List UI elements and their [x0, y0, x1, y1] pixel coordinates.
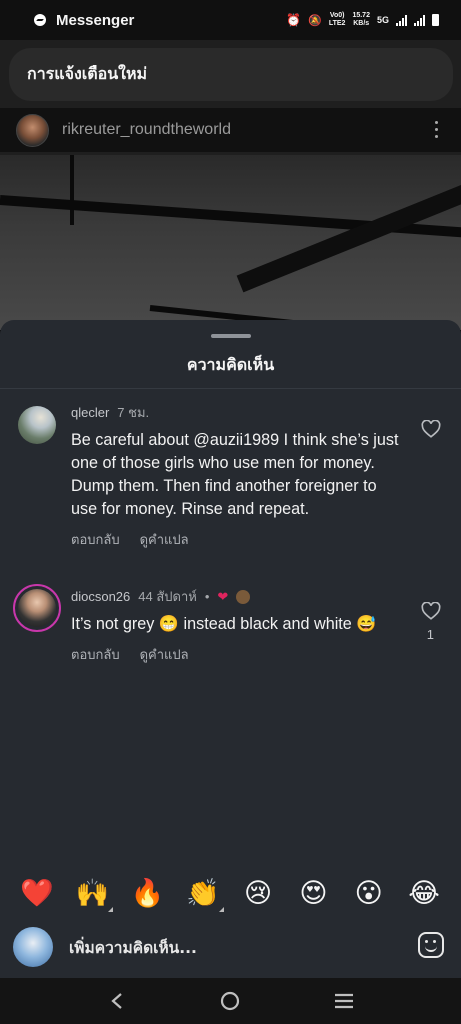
reaction-surprised[interactable]: 😮: [351, 876, 387, 912]
comment-text: It’s not grey 😁 instead black and white …: [71, 615, 377, 633]
commenter-avatar[interactable]: [13, 584, 61, 632]
comment-meta: diocson26 44 สัปดาห์ • ❤: [71, 586, 401, 607]
comment-body: diocson26 44 สัปดาห์ • ❤ It’s not grey 😁…: [71, 586, 401, 665]
reaction-raised-hands[interactable]: 🙌: [74, 876, 114, 912]
comment-meta: qlecler 7 ชม.: [71, 402, 401, 423]
reaction-heart[interactable]: ❤️: [19, 876, 55, 912]
author-liked-heart-icon: ❤: [217, 588, 229, 604]
status-app-name: Messenger: [56, 11, 135, 29]
post-author-username[interactable]: rikreuter_roundtheworld: [62, 121, 231, 139]
comment-actions: ตอบกลับ ดูคำแปล: [71, 529, 401, 550]
reply-button[interactable]: ตอบกลับ: [71, 529, 120, 550]
status-icons: ⏰ 🔕 Vo0) LTE2 15.72 KB/s 5G: [286, 12, 439, 28]
like-heart-icon[interactable]: [421, 602, 441, 620]
photo-pipe: [70, 155, 74, 225]
sheet-title: ความคิดเห็น: [186, 355, 275, 374]
back-icon[interactable]: [102, 986, 132, 1016]
like-heart-icon[interactable]: [421, 420, 441, 438]
comment-time: 7 ชม.: [117, 405, 150, 420]
comment-input-row: เพิ่มความคิดเห็น...: [0, 924, 461, 970]
skin-tone-indicator: [218, 907, 224, 912]
reaction-clap[interactable]: 👏: [185, 876, 224, 912]
reaction-fire[interactable]: 🔥: [130, 876, 166, 912]
comment-text: Be careful about @auzii1989 I think she’…: [71, 431, 399, 518]
recent-apps-icon[interactable]: [329, 986, 359, 1016]
status-bar: Messenger ⏰ 🔕 Vo0) LTE2 15.72 KB/s 5G: [0, 0, 461, 40]
comment-actions: ตอบกลับ ดูคำแปล: [71, 644, 401, 665]
signal-icon: [414, 14, 425, 26]
quick-reactions-bar: ❤️ 🙌 🔥 👏 😢 😍 😮 😂: [0, 872, 461, 916]
new-notifications-banner[interactable]: การแจ้งเตือนใหม่: [9, 48, 453, 101]
see-translation-button[interactable]: ดูคำแปล: [140, 529, 189, 550]
meta-separator: •: [204, 589, 210, 604]
current-user-avatar: [13, 927, 53, 967]
reply-button[interactable]: ตอบกลับ: [71, 644, 120, 665]
comment-username[interactable]: qlecler: [71, 405, 109, 420]
mute-icon: 🔕: [308, 14, 322, 27]
skin-tone-indicator: [108, 907, 114, 912]
see-translation-button[interactable]: ดูคำแปล: [140, 644, 189, 665]
network-speed: 15.72 KB/s: [352, 12, 370, 27]
volte-indicator: Vo0) LTE2: [328, 12, 346, 27]
photo-beam: [236, 178, 461, 293]
comment-body: qlecler 7 ชม. Be careful about @auzii198…: [71, 402, 401, 550]
post-author-avatar[interactable]: [16, 113, 49, 147]
signal-icon: [396, 14, 407, 26]
comment-input[interactable]: เพิ่มความคิดเห็น...: [69, 935, 197, 960]
avatar-photo: [18, 589, 56, 627]
commenter-avatar[interactable]: [18, 406, 56, 444]
comment-time: 44 สัปดาห์: [138, 589, 197, 604]
network-type: 5G: [376, 15, 389, 25]
sheet-drag-handle[interactable]: [211, 334, 251, 338]
reaction-laughing[interactable]: 😂: [406, 876, 442, 912]
sticker-icon[interactable]: [418, 932, 444, 958]
messenger-icon: [34, 14, 46, 26]
more-options-icon[interactable]: [435, 121, 439, 138]
home-icon[interactable]: [215, 986, 245, 1016]
system-nav-bar: [0, 978, 461, 1024]
status-app: Messenger: [34, 12, 134, 29]
author-avatar-mini-icon: [236, 589, 251, 604]
comment-username[interactable]: diocson26: [71, 589, 130, 604]
post-image: [0, 155, 461, 330]
battery-icon: [432, 14, 439, 26]
like-count: 1: [426, 627, 434, 642]
reaction-heart-eyes[interactable]: 😍: [295, 876, 331, 912]
post-header: rikreuter_roundtheworld: [0, 108, 461, 152]
notification-text: การแจ้งเตือนใหม่: [27, 64, 148, 83]
reaction-crying[interactable]: 😢: [240, 876, 276, 912]
alarm-icon: ⏰: [286, 13, 302, 27]
divider: [0, 388, 461, 389]
